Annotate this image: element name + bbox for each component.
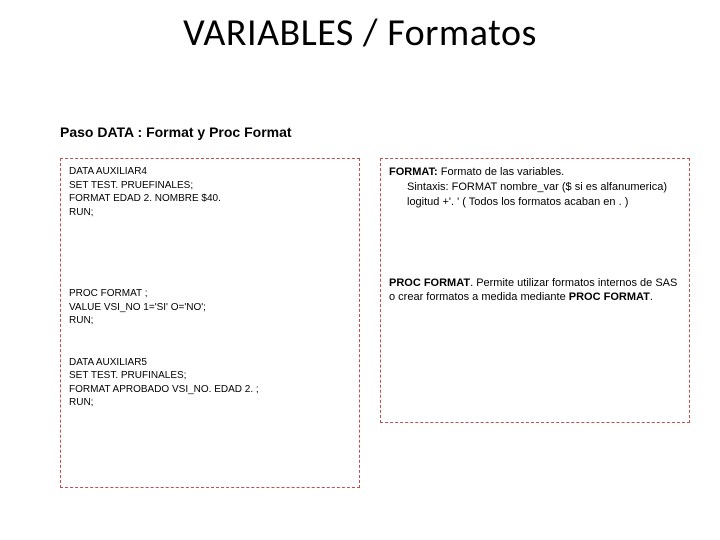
format-syntax: Sintaxis: FORMAT nombre_var ($ si es alf… [389,180,681,210]
format-label: FORMAT: [389,166,438,178]
code-block-2: PROC FORMAT ; VALUE VSI_NO 1='SI' O='NO'… [69,287,351,328]
slide-subtitle: Paso DATA : Format y Proc Format [60,124,292,140]
slide-title: VARIABLES / Formatos [0,10,720,56]
proc-format-text-b: . [650,291,653,303]
code-block-1: DATA AUXILIAR4 SET TEST. PRUEFINALES; FO… [69,165,351,219]
code-block-3: DATA AUXILIAR5 SET TEST. PRUFINALES; FOR… [69,356,351,410]
description-box-right: FORMAT: Formato de las variables. Sintax… [380,158,690,423]
code-box-left: DATA AUXILIAR4 SET TEST. PRUEFINALES; FO… [60,158,360,488]
format-description: FORMAT: Formato de las variables. Sintax… [389,165,681,210]
slide: VARIABLES / Formatos Paso DATA : Format … [0,0,720,540]
proc-format-label: PROC FORMAT [389,277,470,289]
proc-format-bold: PROC FORMAT [569,291,650,303]
proc-format-description: PROC FORMAT. Permite utilizar formatos i… [389,276,681,306]
format-text: Formato de las variables. [438,166,565,178]
